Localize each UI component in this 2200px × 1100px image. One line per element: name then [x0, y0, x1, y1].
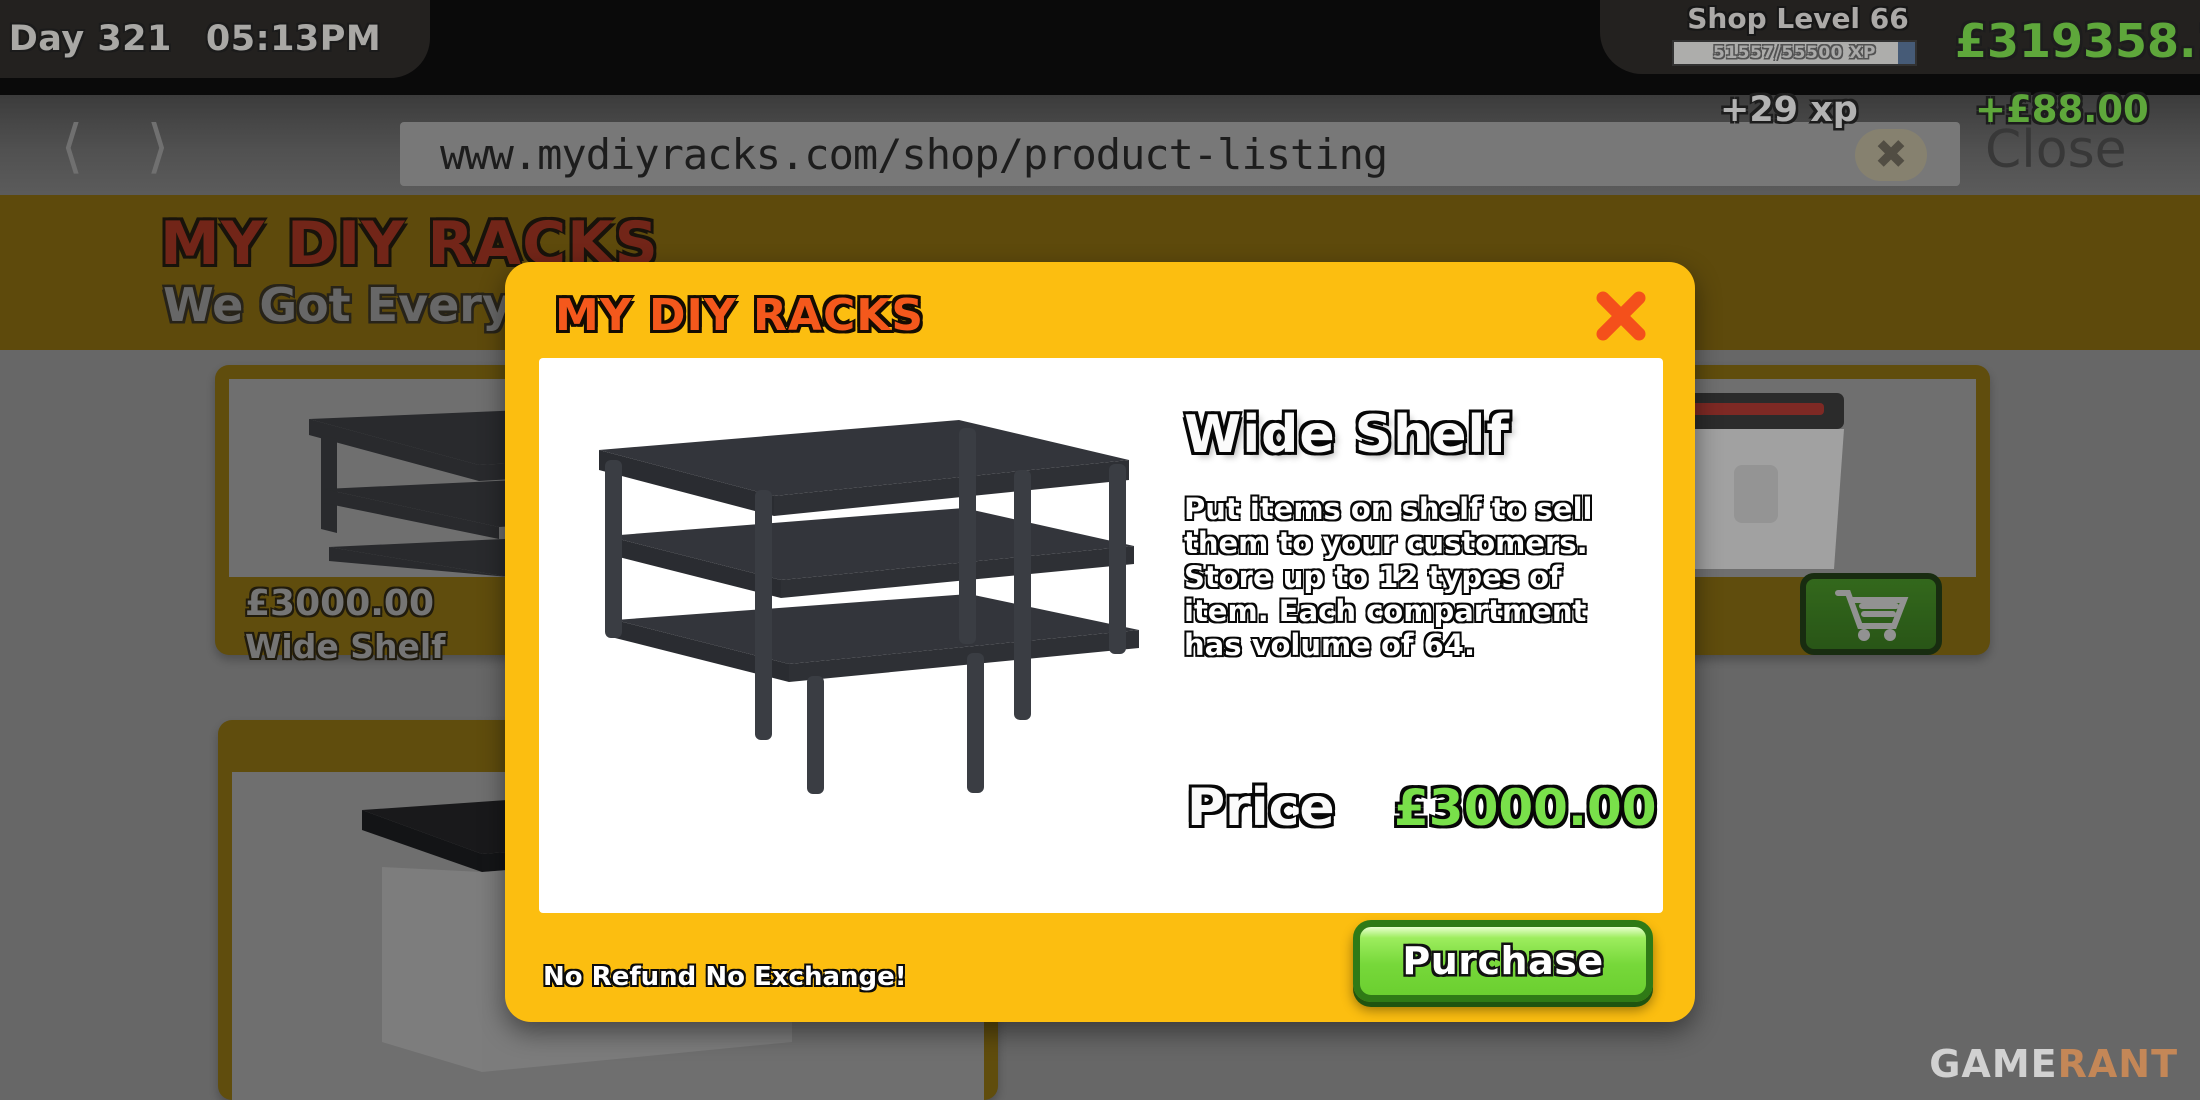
gamerant-watermark: GAMERANT — [1929, 1042, 2178, 1086]
watermark-part-1: GAME — [1929, 1042, 2058, 1086]
product-detail-modal: MY DIY RACKS Wide Shelf Put items on she… — [505, 262, 1695, 1022]
close-x-glyph — [1596, 291, 1646, 341]
purchase-button[interactable]: Purchase — [1353, 920, 1653, 1002]
no-refund-note: No Refund No Exchange! — [543, 962, 907, 992]
watermark-part-2: RANT — [2057, 1042, 2178, 1086]
wide-shelf-3d-render — [599, 420, 1139, 794]
close-x-icon[interactable] — [1593, 288, 1649, 344]
price-label: Price — [1187, 778, 1335, 838]
product-description: Put items on shelf to sell them to your … — [1184, 492, 1593, 662]
purchase-button-label: Purchase — [1402, 939, 1604, 983]
game-screen: ⟨ ⟩ www.mydiyracks.com/shop/product-list… — [0, 0, 2200, 1100]
product-title: Wide Shelf — [1184, 405, 1510, 465]
modal-title: MY DIY RACKS — [555, 290, 925, 341]
price-value: £3000.00 — [1394, 779, 1657, 837]
modal-body: Wide Shelf Put items on shelf to sell th… — [539, 358, 1663, 913]
